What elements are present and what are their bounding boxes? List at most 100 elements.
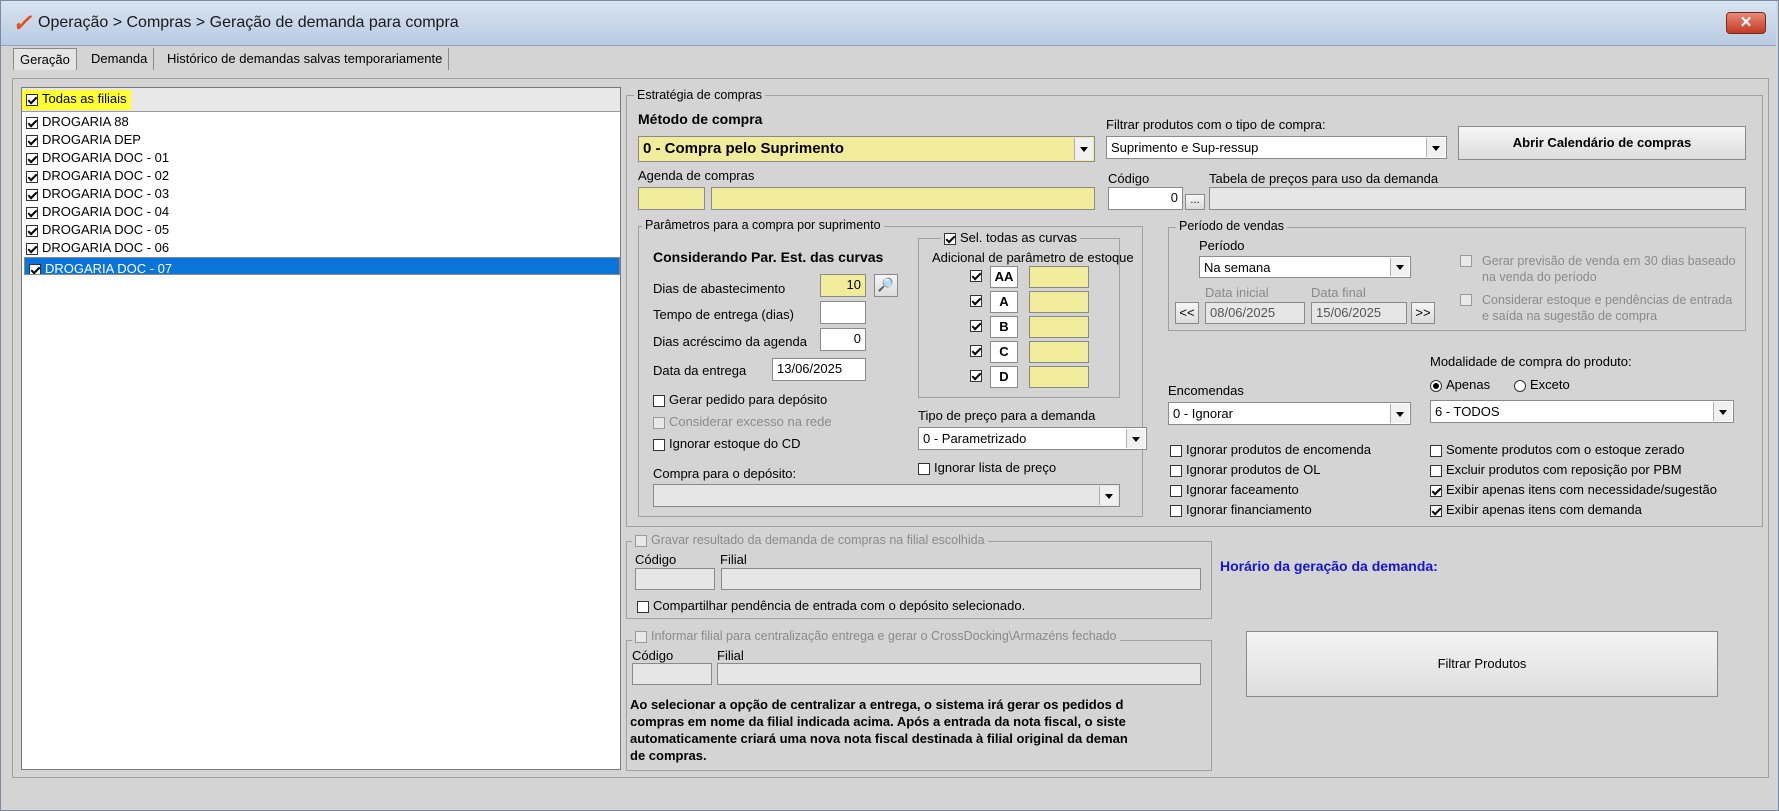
codigo-input[interactable]: 0 bbox=[1108, 187, 1183, 210]
agenda-codigo-input[interactable] bbox=[638, 187, 705, 210]
exceto-radio[interactable]: Exceto bbox=[1514, 377, 1570, 392]
checkbox-icon bbox=[26, 93, 38, 106]
curva-a-input[interactable] bbox=[1029, 291, 1089, 313]
abrir-calendario-button[interactable]: Abrir Calendário de compras bbox=[1458, 126, 1746, 160]
filtrar-tipo-label: Filtrar produtos com o tipo de compra: bbox=[1106, 117, 1326, 132]
filtrar-tipo-value: Suprimento e Sup-ressup bbox=[1111, 140, 1259, 155]
check-label: Ignorar financiamento bbox=[1186, 502, 1312, 517]
curva-d-input[interactable] bbox=[1029, 366, 1089, 388]
tempo-entrega-input[interactable] bbox=[820, 301, 866, 324]
check-label: Excluir produtos com reposição por PBM bbox=[1446, 462, 1682, 477]
prev-period-button[interactable]: << bbox=[1175, 302, 1199, 324]
ignorar-lista-checkbox[interactable]: Ignorar lista de preço bbox=[918, 460, 1056, 475]
checkbox-icon[interactable] bbox=[970, 369, 982, 382]
checkbox-icon bbox=[653, 438, 665, 451]
tab-demanda[interactable]: Demanda bbox=[85, 48, 155, 70]
centralizar-checkbox[interactable]: Informar filial para centralização entre… bbox=[632, 629, 1120, 643]
curva-row bbox=[970, 367, 986, 382]
curva-aa-input[interactable] bbox=[1029, 266, 1089, 288]
exibir-demanda-checkbox[interactable]: Exibir apenas itens com demanda bbox=[1430, 502, 1642, 517]
curva-c-input[interactable] bbox=[1029, 341, 1089, 363]
tab-historico[interactable]: Histórico de demandas salvas temporariam… bbox=[161, 48, 450, 70]
filtrar-produtos-button[interactable]: Filtrar Produtos bbox=[1246, 631, 1718, 697]
checkbox-icon[interactable] bbox=[970, 344, 982, 357]
ignorar-ol-checkbox[interactable]: Ignorar produtos de OL bbox=[1170, 462, 1320, 477]
data-inicial-input[interactable]: 08/06/2025 bbox=[1205, 302, 1305, 324]
metodo-select[interactable]: 0 - Compra pelo Suprimento bbox=[638, 136, 1095, 162]
ignorar-estoque-cd-checkbox[interactable]: Ignorar estoque do CD bbox=[653, 436, 801, 451]
dias-abastecimento-input[interactable]: 10 bbox=[820, 274, 866, 297]
check-label: Ignorar produtos de OL bbox=[1186, 462, 1321, 477]
excluir-pbm-checkbox[interactable]: Excluir produtos com reposição por PBM bbox=[1430, 462, 1682, 477]
agenda-desc-input[interactable] bbox=[711, 187, 1095, 210]
apenas-radio[interactable]: Apenas bbox=[1430, 377, 1490, 392]
compra-deposito-select[interactable] bbox=[653, 484, 1120, 507]
list-item[interactable]: DROGARIA DOC - 01 bbox=[24, 149, 620, 167]
filial-label: DROGARIA 88 bbox=[42, 114, 129, 129]
ignorar-faceamento-checkbox[interactable]: Ignorar faceamento bbox=[1170, 482, 1299, 497]
compartilhar-checkbox[interactable]: Compartilhar pendência de entrada com o … bbox=[637, 598, 1025, 613]
apenas-label: Apenas bbox=[1446, 377, 1491, 392]
checkbox-icon bbox=[1430, 484, 1442, 497]
filtrar-tipo-select[interactable]: Suprimento e Sup-ressup bbox=[1106, 136, 1447, 159]
todas-filiais-checkbox[interactable]: Todas as filiais bbox=[22, 90, 131, 110]
checkbox-icon bbox=[635, 534, 647, 547]
curva-b-input[interactable] bbox=[1029, 316, 1089, 338]
encomendas-select[interactable]: 0 - Ignorar bbox=[1168, 402, 1411, 425]
filial-label: DROGARIA DOC - 03 bbox=[42, 186, 170, 201]
tab-geracao[interactable]: Geração bbox=[13, 48, 77, 70]
checkbox-icon bbox=[1430, 464, 1442, 477]
gravar-checkbox[interactable]: Gravar resultado da demanda de compras n… bbox=[632, 533, 988, 547]
gerar-pedido-checkbox[interactable]: Gerar pedido para depósito bbox=[653, 392, 827, 407]
dias-abastecimento-label: Dias de abastecimento bbox=[653, 281, 786, 296]
ignorar-encomenda-checkbox[interactable]: Ignorar produtos de encomenda bbox=[1170, 442, 1371, 457]
window-title: Operação > Compras > Geração de demanda … bbox=[38, 14, 459, 31]
close-button[interactable]: ✕ bbox=[1726, 12, 1766, 34]
chevron-down-icon bbox=[1099, 486, 1118, 505]
dias-acrescimo-input[interactable]: 0 bbox=[820, 328, 866, 351]
data-entrega-input[interactable]: 13/06/2025 bbox=[772, 358, 866, 381]
gravar-filial-input[interactable] bbox=[721, 568, 1201, 590]
centralizar-codigo-input[interactable] bbox=[632, 663, 712, 685]
search-icon[interactable]: 🔎 bbox=[874, 274, 898, 297]
checkbox-icon[interactable] bbox=[970, 319, 982, 332]
gerar-previsao-checkbox[interactable]: Gerar previsão de venda em 30 dias basea… bbox=[1460, 253, 1742, 285]
checkbox-icon bbox=[26, 134, 38, 147]
list-item[interactable]: DROGARIA DEP bbox=[24, 131, 620, 149]
checkbox-icon[interactable] bbox=[970, 294, 982, 307]
list-item[interactable]: DROGARIA DOC - 04 bbox=[24, 203, 620, 221]
exibir-necessidade-checkbox[interactable]: Exibir apenas itens com necessidade/suge… bbox=[1430, 482, 1717, 497]
tabela-precos-input[interactable] bbox=[1209, 187, 1746, 210]
ignorar-lista-label: Ignorar lista de preço bbox=[934, 460, 1057, 475]
data-final-label: Data final bbox=[1311, 285, 1366, 300]
next-period-button[interactable]: >> bbox=[1411, 302, 1435, 324]
considerando-label: Considerando Par. Est. das curvas bbox=[653, 249, 884, 265]
filiais-list[interactable]: Todas as filiais DROGARIA 88 DROGARIA DE… bbox=[21, 87, 621, 770]
filial-label: DROGARIA DOC - 07 bbox=[45, 261, 173, 275]
somente-estoque-zerado-checkbox[interactable]: Somente produtos com o estoque zerado bbox=[1430, 442, 1684, 457]
codigo-search-button[interactable]: ... bbox=[1185, 194, 1205, 210]
considerar-excesso-checkbox[interactable]: Considerar excesso na rede bbox=[653, 414, 832, 429]
list-item[interactable]: DROGARIA DOC - 05 bbox=[24, 221, 620, 239]
modalidade-select[interactable]: 6 - TODOS bbox=[1430, 400, 1734, 423]
list-item[interactable]: DROGARIA DOC - 06 bbox=[24, 239, 620, 257]
estrategia-legend: Estratégia de compras bbox=[634, 88, 766, 102]
data-final-input[interactable]: 15/06/2025 bbox=[1311, 302, 1407, 324]
periodo-select[interactable]: Na semana bbox=[1199, 256, 1411, 278]
tipo-preco-value: 0 - Parametrizado bbox=[923, 431, 1027, 446]
centralizar-filial-input[interactable] bbox=[717, 663, 1201, 685]
list-item[interactable]: DROGARIA DOC - 02 bbox=[24, 167, 620, 185]
list-item[interactable]: DROGARIA 88 bbox=[24, 113, 620, 131]
list-item[interactable]: DROGARIA DOC - 03 bbox=[24, 185, 620, 203]
tipo-preco-select[interactable]: 0 - Parametrizado bbox=[918, 427, 1147, 450]
tempo-entrega-label: Tempo de entrega (dias) bbox=[653, 307, 794, 322]
considerar-estoque-checkbox[interactable]: Considerar estoque e pendências de entra… bbox=[1460, 292, 1742, 324]
ignorar-financiamento-checkbox[interactable]: Ignorar financiamento bbox=[1170, 502, 1312, 517]
sel-todas-curvas-checkbox[interactable]: Sel. todas as curvas bbox=[941, 230, 1081, 245]
checkbox-icon bbox=[1430, 444, 1442, 457]
gravar-codigo-input[interactable] bbox=[635, 568, 715, 590]
checkbox-icon bbox=[1430, 504, 1442, 517]
list-item-selected[interactable]: DROGARIA DOC - 07 bbox=[24, 257, 620, 275]
filial-label: DROGARIA DEP bbox=[42, 132, 141, 147]
checkbox-icon[interactable] bbox=[970, 269, 982, 282]
